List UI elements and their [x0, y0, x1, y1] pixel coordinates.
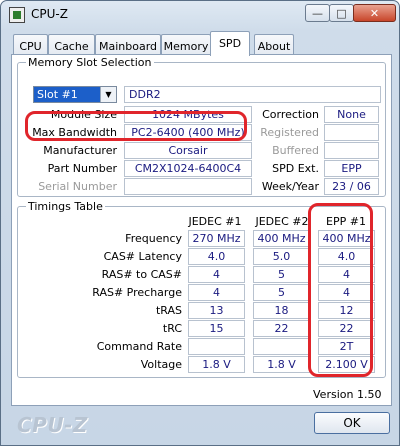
memory-type-field: DDR2 [124, 86, 381, 103]
row-label: Command Rate [96, 340, 182, 353]
column-jedec-2: JEDEC #2 [255, 215, 309, 228]
timing-cell: 4 [188, 266, 245, 283]
timing-cell: 1.8 V [253, 356, 310, 373]
timing-cell: 5.0 [253, 248, 310, 265]
cpu-z-app-icon [9, 7, 25, 23]
maximize-icon: □ [336, 6, 347, 20]
serial-number-label: Serial Number [38, 180, 117, 193]
manufacturer-label: Manufacturer [43, 144, 117, 157]
minimize-button[interactable]: — [305, 4, 330, 22]
chevron-down-icon: ▼ [100, 87, 116, 102]
timing-cell: 1.8 V [188, 356, 245, 373]
serial-number-field [124, 178, 252, 195]
slot-select-value: Slot #1 [37, 88, 78, 101]
timing-cell: 22 [318, 320, 375, 337]
column-epp-1: EPP #1 [326, 215, 366, 228]
timing-cell: 4 [318, 266, 375, 283]
window-title: CPU-Z [31, 7, 68, 21]
timing-cell: 270 MHz [188, 230, 245, 247]
registered-label: Registered [260, 126, 319, 139]
max-bandwidth-field: PC2-6400 (400 MHz) [124, 124, 252, 141]
week-year-label: Week/Year [261, 180, 319, 193]
correction-label: Correction [262, 108, 319, 121]
close-icon: ✕ [369, 6, 380, 20]
row-label: RAS# to CAS# [101, 268, 182, 281]
memory-slot-selection-group: Memory Slot Selection Slot #1 ▼ DDR2 Mod… [17, 56, 386, 197]
row-label: Frequency [125, 232, 182, 245]
week-year-field: 23 / 06 [324, 178, 379, 195]
timing-cell: 4 [188, 284, 245, 301]
timings-table-group: Timings Table JEDEC #1 JEDEC #2 EPP #1 F… [17, 200, 386, 378]
buffered-label: Buffered [272, 144, 319, 157]
title-bar[interactable]: CPU-Z — □ ✕ [1, 1, 399, 29]
spd-panel: Memory Slot Selection Slot #1 ▼ DDR2 Mod… [11, 54, 392, 406]
tab-spd[interactable]: SPD [210, 31, 250, 56]
ok-button[interactable]: OK [314, 412, 390, 434]
spd-ext-field: EPP [324, 160, 379, 177]
spd-ext-label: SPD Ext. [272, 162, 319, 175]
manufacturer-field: Corsair [124, 142, 252, 159]
max-bandwidth-label: Max Bandwidth [32, 126, 117, 139]
timing-cell: 13 [188, 302, 245, 319]
timings-table-title: Timings Table [26, 200, 105, 213]
tab-mainboard[interactable]: Mainboard [95, 34, 161, 56]
timing-cell: 400 MHz [318, 230, 375, 247]
row-label: CAS# Latency [103, 250, 182, 263]
module-size-field: 1024 MBytes [124, 106, 252, 123]
memory-slot-selection-title: Memory Slot Selection [26, 56, 154, 69]
row-label: RAS# Precharge [92, 286, 182, 299]
module-size-label: Module Size [50, 108, 117, 121]
timing-cell: 18 [253, 302, 310, 319]
timing-cell: 4 [318, 284, 375, 301]
timing-cell [188, 338, 245, 355]
tab-memory[interactable]: Memory [161, 34, 211, 56]
part-number-field: CM2X1024-6400C4 [124, 160, 252, 177]
correction-field: None [324, 106, 379, 123]
timing-cell: 4.0 [318, 248, 375, 265]
cpu-z-brand-logo: CPU-Z [17, 413, 88, 437]
column-jedec-1: JEDEC #1 [188, 215, 242, 228]
timing-cell: 5 [253, 284, 310, 301]
tab-cache[interactable]: Cache [48, 34, 95, 56]
timing-cell: 12 [318, 302, 375, 319]
timing-cell: 400 MHz [253, 230, 310, 247]
tab-cpu[interactable]: CPU [13, 34, 48, 56]
row-label: tRAS [155, 304, 182, 317]
close-button[interactable]: ✕ [353, 4, 396, 22]
timing-cell: 22 [253, 320, 310, 337]
timing-cell: 4.0 [188, 248, 245, 265]
registered-field [324, 124, 379, 141]
timing-cell [253, 338, 310, 355]
timing-cell: 15 [188, 320, 245, 337]
cpuz-window: CPU-Z — □ ✕ CPU Cache Mainboard Memory S… [0, 0, 400, 446]
tab-about[interactable]: About [254, 34, 294, 56]
timing-cell: 2T [318, 338, 375, 355]
version-label: Version 1.50 [313, 388, 382, 401]
buffered-field [324, 142, 379, 159]
minimize-icon: — [312, 6, 323, 20]
row-label: Voltage [140, 358, 182, 371]
row-label: tRC [162, 322, 182, 335]
timing-cell: 5 [253, 266, 310, 283]
maximize-button[interactable]: □ [329, 4, 354, 22]
tab-bar: CPU Cache Mainboard Memory SPD About [13, 31, 393, 56]
part-number-label: Part Number [47, 162, 117, 175]
timing-cell: 2.100 V [318, 356, 375, 373]
slot-select[interactable]: Slot #1 ▼ [33, 86, 117, 103]
